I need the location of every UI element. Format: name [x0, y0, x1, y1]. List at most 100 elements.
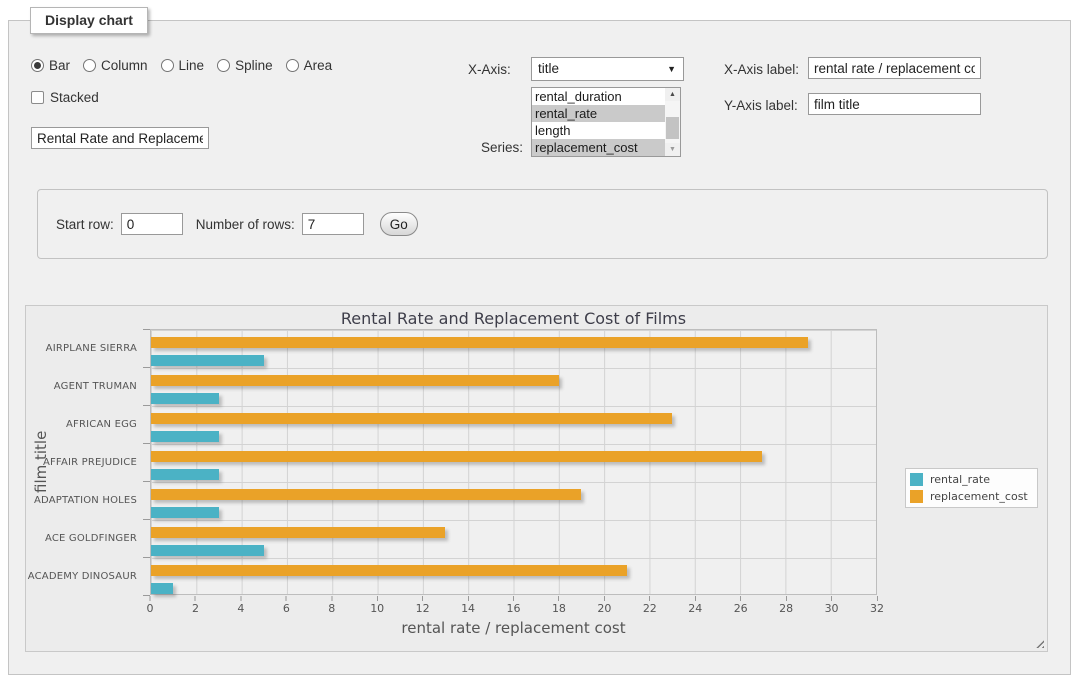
- y-axis-tick: [143, 481, 150, 482]
- category-label: AFRICAN EGG: [26, 405, 144, 443]
- chart-type-column[interactable]: Column: [83, 58, 148, 73]
- tick-label: 24: [688, 602, 702, 615]
- scrollbar-thumb[interactable]: [666, 117, 679, 139]
- x-axis-title: rental rate / replacement cost: [150, 619, 877, 637]
- x-axis-tick: 30: [825, 596, 839, 615]
- radio-label: Spline: [235, 58, 273, 73]
- chart-type-bar[interactable]: Bar: [31, 58, 70, 73]
- series-listbox-scrollbar[interactable]: ▲ ▼: [665, 88, 680, 156]
- x-axis-tick: 22: [643, 596, 657, 615]
- chart-type-area[interactable]: Area: [286, 58, 333, 73]
- stacked-label: Stacked: [50, 90, 99, 105]
- tick-label: 22: [643, 602, 657, 615]
- legend-label: rental_rate: [930, 473, 990, 486]
- bar-rental_rate: [151, 545, 264, 556]
- category-label: AFFAIR PREJUDICE: [26, 443, 144, 481]
- plot-area: [150, 329, 877, 595]
- radio-icon: [217, 59, 230, 72]
- series-option-length[interactable]: length: [532, 122, 665, 139]
- tick-label: 4: [237, 602, 244, 615]
- x-axis-tick: 6: [283, 596, 290, 615]
- y-axis-label-input[interactable]: [808, 93, 981, 115]
- tick-label: 30: [825, 602, 839, 615]
- tick-label: 20: [597, 602, 611, 615]
- tick-mark: [831, 596, 832, 601]
- tick-label: 10: [370, 602, 384, 615]
- series-option-replacement_cost[interactable]: replacement_cost: [532, 139, 665, 156]
- x-axis-select-label: X-Axis:: [468, 62, 511, 77]
- series-options: rental_durationrental_ratelengthreplacem…: [532, 88, 665, 156]
- category-label: AGENT TRUMAN: [26, 367, 144, 405]
- tick-mark: [240, 596, 241, 601]
- tick-mark: [877, 596, 878, 601]
- page: Display chart Bar Column Line Spline Area St…: [0, 0, 1081, 681]
- legend-swatch: [910, 473, 923, 486]
- tick-label: 14: [461, 602, 475, 615]
- chart-panel: Rental Rate and Replacement Cost of Film…: [25, 305, 1048, 652]
- chart-title-input[interactable]: [31, 127, 209, 149]
- radio-icon: [161, 59, 174, 72]
- tick-label: 28: [779, 602, 793, 615]
- x-axis-tick: 16: [507, 596, 521, 615]
- x-axis-tick: 8: [328, 596, 335, 615]
- tick-label: 18: [552, 602, 566, 615]
- bar-rental_rate: [151, 355, 264, 366]
- series-listbox[interactable]: rental_durationrental_ratelengthreplacem…: [531, 87, 681, 157]
- tick-label: 8: [328, 602, 335, 615]
- tick-mark: [513, 596, 514, 601]
- chart-type-spline[interactable]: Spline: [217, 58, 273, 73]
- series-option-rental_duration[interactable]: rental_duration: [532, 88, 665, 105]
- x-axis-tick: 0: [147, 596, 154, 615]
- y-axis-tick: [143, 329, 150, 330]
- bar-replacement_cost: [151, 413, 672, 424]
- tick-label: 16: [507, 602, 521, 615]
- y-axis-tick: [143, 557, 150, 558]
- tick-mark: [286, 596, 287, 601]
- x-axis-tick: 32: [870, 596, 884, 615]
- x-axis-tick: 24: [688, 596, 702, 615]
- bar-rental_rate: [151, 469, 219, 480]
- tick-label: 12: [416, 602, 430, 615]
- bar-replacement_cost: [151, 451, 762, 462]
- resize-grip-icon[interactable]: [1033, 637, 1044, 648]
- tick-mark: [422, 596, 423, 601]
- series-option-rental_rate[interactable]: rental_rate: [532, 105, 665, 122]
- x-axis-tick: 14: [461, 596, 475, 615]
- y-axis-tick: [143, 367, 150, 368]
- y-axis-label-label: Y-Axis label:: [724, 98, 798, 113]
- bar-rental_rate: [151, 431, 219, 442]
- x-axis-tick: 26: [734, 596, 748, 615]
- x-axis-tick: 28: [779, 596, 793, 615]
- y-axis-tick: [143, 443, 150, 444]
- number-of-rows-input[interactable]: [302, 213, 364, 235]
- bar-rental_rate: [151, 583, 173, 594]
- start-row-input[interactable]: [121, 213, 183, 235]
- display-chart-fieldset: Display chart BarColumnLineSplineArea St…: [8, 20, 1071, 675]
- chart-type-line[interactable]: Line: [161, 58, 205, 73]
- legend-label: replacement_cost: [930, 490, 1028, 503]
- scroll-down-icon[interactable]: ▼: [665, 143, 680, 156]
- stacked-checkbox-row[interactable]: Stacked: [31, 90, 99, 105]
- stacked-checkbox[interactable]: [31, 91, 44, 104]
- go-button[interactable]: Go: [380, 212, 418, 236]
- fieldset-legend: Display chart: [30, 7, 148, 34]
- radio-label: Bar: [49, 58, 70, 73]
- tick-mark: [695, 596, 696, 601]
- x-axis-label-input[interactable]: [808, 57, 981, 79]
- bar-rental_rate: [151, 507, 219, 518]
- x-axis-select[interactable]: title ▼: [531, 57, 684, 81]
- start-row-label: Start row:: [56, 217, 114, 232]
- chart-title: Rental Rate and Replacement Cost of Film…: [150, 309, 877, 328]
- tick-mark: [604, 596, 605, 601]
- legend-swatch: [910, 490, 923, 503]
- scroll-up-icon[interactable]: ▲: [665, 88, 680, 101]
- x-axis-tick-labels: 02468101214161820222426283032: [150, 596, 877, 618]
- x-axis-tick: 12: [416, 596, 430, 615]
- x-axis-tick: 20: [597, 596, 611, 615]
- category-label: AIRPLANE SIERRA: [26, 329, 144, 367]
- tick-label: 0: [147, 602, 154, 615]
- radio-label: Column: [101, 58, 148, 73]
- radio-label: Area: [304, 58, 333, 73]
- x-axis-tick: 18: [552, 596, 566, 615]
- category-label: ACE GOLDFINGER: [26, 519, 144, 557]
